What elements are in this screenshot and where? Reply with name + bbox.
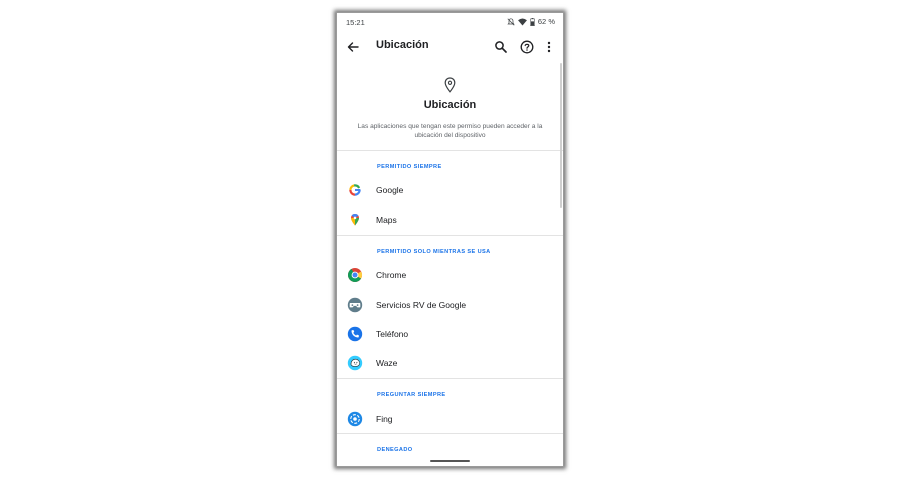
app-name: Fing	[376, 414, 393, 424]
maps-icon	[351, 214, 359, 226]
status-bar: 15:21 62 %	[337, 13, 563, 31]
waze-icon	[347, 355, 363, 371]
divider	[337, 433, 563, 434]
divider	[337, 150, 563, 151]
app-bar: Ubicación	[337, 33, 563, 61]
google-icon	[349, 184, 361, 196]
section-header-permitido-siempre: PERMITIDO SIEMPRE	[377, 164, 442, 170]
battery-percent: 62 %	[537, 17, 555, 26]
back-arrow-icon[interactable]	[345, 39, 361, 55]
phone-icon	[347, 326, 363, 342]
vr-services-icon	[347, 297, 363, 313]
app-row-waze[interactable]: Waze	[337, 351, 563, 375]
app-row-fing[interactable]: Fing	[337, 407, 563, 431]
page-title: Ubicación	[423, 99, 477, 111]
status-icons: 62 %	[507, 17, 555, 26]
app-name: Chrome	[376, 270, 407, 280]
section-header-preguntar-siempre: PREGUNTAR SIEMPRE	[377, 392, 446, 398]
page-description: Las aplicaciones que tengan este permiso…	[357, 123, 543, 139]
more-vert-icon[interactable]	[543, 39, 555, 55]
app-name: Waze	[376, 358, 398, 368]
gesture-nav-handle[interactable]	[430, 460, 470, 462]
scrollbar[interactable]	[560, 63, 562, 208]
location-pin-icon	[444, 77, 456, 93]
app-row-chrome[interactable]: Chrome	[337, 263, 563, 287]
notifications-off-icon	[507, 17, 515, 25]
app-name: Servicios RV de Google	[376, 300, 467, 310]
divider	[337, 378, 563, 379]
chrome-icon	[348, 268, 362, 282]
app-row-servicios-rv-de-google[interactable]: Servicios RV de Google	[337, 293, 563, 317]
fing-icon	[347, 411, 363, 427]
app-row-maps[interactable]: Maps	[337, 208, 563, 232]
phone-screen: 15:21 62 % Ubicación Ubicación Las aplic…	[337, 13, 563, 466]
status-time: 15:21	[346, 18, 365, 27]
app-row-telefono[interactable]: Teléfono	[337, 322, 563, 346]
app-name: Google	[376, 185, 404, 195]
app-bar-title: Ubicación	[376, 39, 429, 51]
battery-icon	[530, 17, 535, 26]
wifi-icon	[517, 17, 527, 26]
section-header-permitido-solo-mientras-se-usa: PERMITIDO SOLO MIENTRAS SE USA	[377, 249, 491, 255]
section-header-denegado: DENEGADO	[377, 447, 413, 453]
help-icon[interactable]	[519, 39, 535, 55]
app-name: Maps	[376, 215, 397, 225]
divider	[337, 235, 563, 236]
app-name: Teléfono	[376, 329, 409, 339]
app-row-google[interactable]: Google	[337, 178, 563, 202]
search-icon[interactable]	[493, 39, 509, 55]
